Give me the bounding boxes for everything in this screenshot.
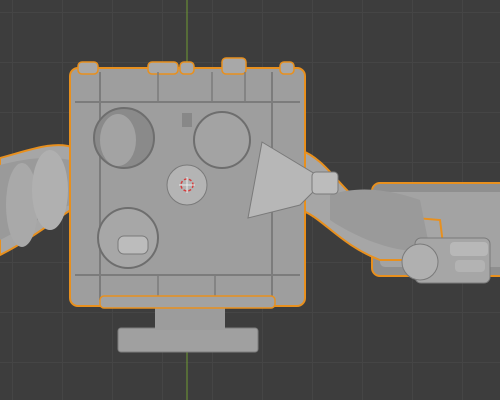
robot-body-object[interactable]	[69, 57, 339, 309]
robot-right-arm-object[interactable]	[299, 148, 500, 284]
robot-plate-object[interactable]	[117, 306, 259, 353]
robot-left-arm-object[interactable]	[0, 144, 80, 257]
3d-viewport[interactable]	[0, 0, 500, 400]
viewport-scene[interactable]	[0, 0, 500, 400]
